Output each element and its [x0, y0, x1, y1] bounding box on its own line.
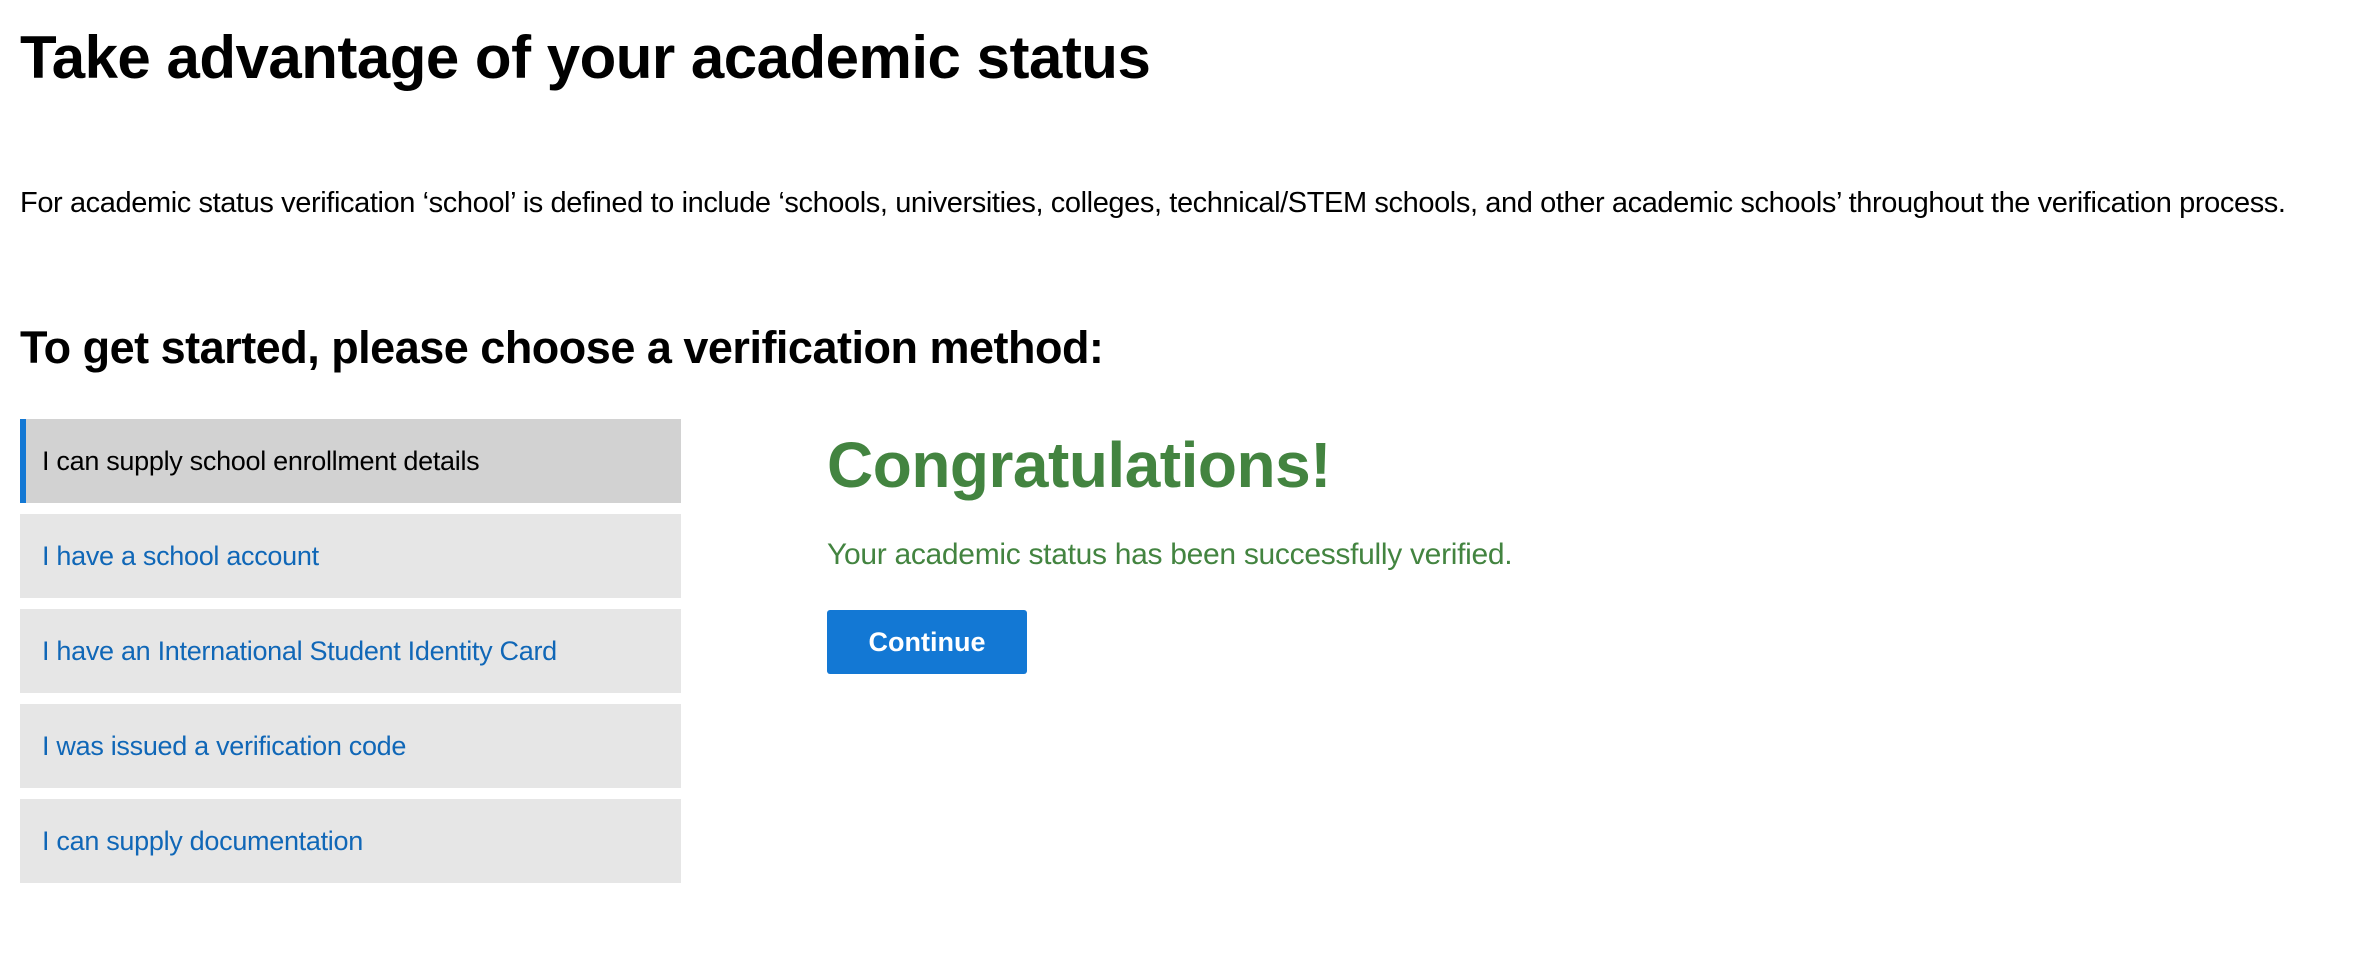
method-verification-code[interactable]: I was issued a verification code — [20, 704, 681, 788]
verification-method-list: I can supply school enrollment details I… — [20, 419, 681, 894]
success-message: Your academic status has been successful… — [827, 538, 1513, 571]
method-label: I can supply school enrollment details — [42, 445, 480, 476]
method-school-account[interactable]: I have a school account — [20, 514, 681, 598]
congratulations-heading: Congratulations! — [827, 429, 1331, 501]
method-enrollment-details[interactable]: I can supply school enrollment details — [20, 419, 681, 503]
method-heading: To get started, please choose a verifica… — [20, 322, 1104, 373]
verification-result: Congratulations! Your academic status ha… — [827, 420, 1513, 674]
page-title: Take advantage of your academic status — [20, 24, 1151, 91]
method-documentation[interactable]: I can supply documentation — [20, 799, 681, 883]
method-label: I can supply documentation — [42, 825, 363, 856]
intro-text: For academic status verification ‘school… — [20, 187, 2286, 219]
method-label: I was issued a verification code — [42, 730, 407, 761]
continue-button[interactable]: Continue — [827, 610, 1027, 674]
method-label: I have an International Student Identity… — [42, 635, 557, 666]
method-label: I have a school account — [42, 540, 319, 571]
method-isic-card[interactable]: I have an International Student Identity… — [20, 609, 681, 693]
